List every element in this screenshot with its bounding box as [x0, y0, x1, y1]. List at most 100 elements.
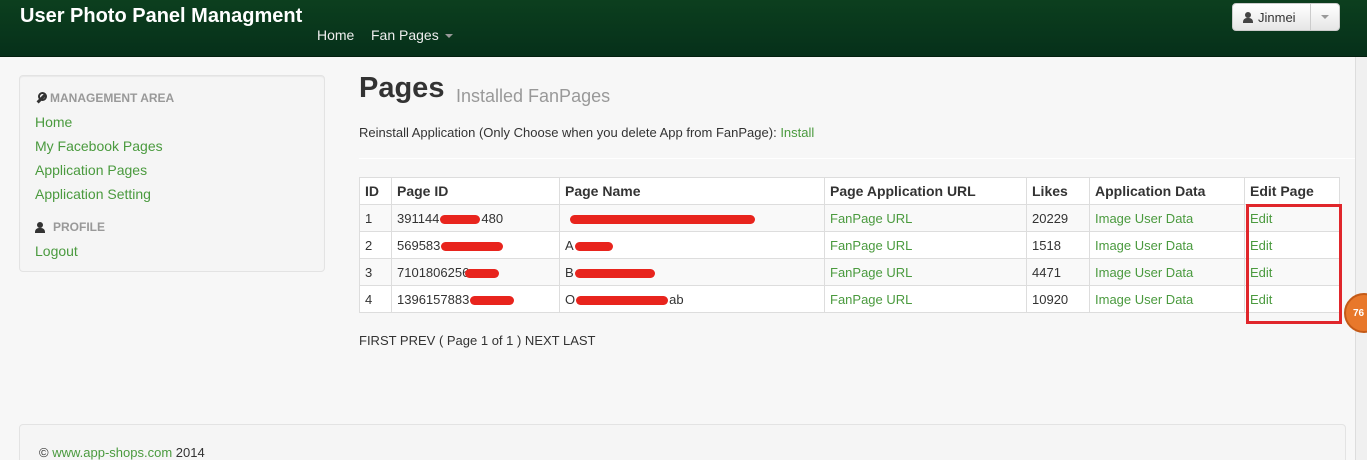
row-page-name: B	[559, 258, 825, 286]
col-page-app-url: Page Application URL	[824, 177, 1027, 205]
page-name-prefix: O	[565, 291, 576, 307]
row-page-id: 569583	[391, 231, 560, 259]
page-name-suffix: ab	[669, 291, 684, 307]
brand-title[interactable]: User Photo Panel Managment	[20, 5, 302, 28]
sidebar-item-my-facebook-pages[interactable]: My Facebook Pages	[35, 138, 163, 154]
pagination[interactable]: FIRST PREV ( Page 1 of 1 ) NEXT LAST	[359, 333, 596, 348]
fanpage-url-link[interactable]: FanPage URL	[830, 292, 912, 307]
divider	[359, 158, 1356, 159]
page-name-prefix: B	[565, 264, 574, 280]
row-page-id: 391144 480	[391, 204, 560, 232]
redaction-mark	[576, 295, 669, 305]
footer-text: © www.app-shops.com 2014	[39, 445, 205, 460]
copyright-symbol: ©	[39, 445, 49, 460]
row-likes: 1518	[1026, 231, 1090, 259]
table-header-row: ID Page ID Page Name Page Application UR…	[359, 177, 1340, 205]
sidebar-item-logout[interactable]: Logout	[35, 243, 78, 259]
image-user-data-link[interactable]: Image User Data	[1095, 238, 1193, 253]
col-id: ID	[359, 177, 392, 205]
row-app-data: Image User Data	[1089, 285, 1245, 313]
user-name: Jinmei	[1258, 9, 1296, 25]
fanpage-url-link[interactable]: FanPage URL	[830, 238, 912, 253]
page-id-prefix: 569583	[397, 237, 441, 253]
row-url: FanPage URL	[824, 204, 1027, 232]
row-url: FanPage URL	[824, 231, 1027, 259]
table-row: 2 569583 A FanPage URL 1518 Image User D…	[359, 231, 1340, 259]
redaction-mark	[574, 241, 613, 251]
row-url: FanPage URL	[824, 258, 1027, 286]
footer-site-link[interactable]: www.app-shops.com	[52, 445, 172, 460]
image-user-data-link[interactable]: Image User Data	[1095, 292, 1193, 307]
install-link[interactable]: Install	[780, 125, 814, 140]
image-user-data-link[interactable]: Image User Data	[1095, 265, 1193, 280]
row-id: 3	[359, 258, 392, 286]
redaction-mark	[570, 214, 755, 224]
profile-header-label: PROFILE	[53, 220, 106, 234]
row-url: FanPage URL	[824, 285, 1027, 313]
row-page-name: A	[559, 231, 825, 259]
col-edit-page: Edit Page	[1244, 177, 1340, 205]
table-row: 4 1396157883 Oab FanPage URL 10920 Image…	[359, 285, 1340, 313]
page-id-prefix: 391144	[397, 210, 440, 226]
row-likes: 20229	[1026, 204, 1090, 232]
chevron-down-icon	[444, 34, 453, 39]
redaction-mark	[574, 268, 655, 278]
row-likes: 4471	[1026, 258, 1090, 286]
row-page-id: 1396157883	[391, 285, 560, 313]
management-header-label: MANAGEMENT AREA	[50, 91, 175, 105]
edit-column-highlight	[1246, 204, 1342, 324]
user-menu: Jinmei	[1232, 3, 1340, 31]
fanpage-url-link[interactable]: FanPage URL	[830, 211, 912, 226]
reinstall-notice: Reinstall Application (Only Choose when …	[359, 125, 814, 140]
footer-year: 2014	[175, 445, 205, 460]
row-id: 4	[359, 285, 392, 313]
redaction-mark	[465, 268, 500, 278]
col-likes: Likes	[1026, 177, 1090, 205]
redaction-mark	[440, 214, 481, 224]
chevron-down-icon	[1321, 15, 1329, 19]
management-header: MANAGEMENT AREA	[35, 91, 174, 105]
row-likes: 10920	[1026, 285, 1090, 313]
fanpage-url-link[interactable]: FanPage URL	[830, 265, 912, 280]
sidebar-item-application-setting[interactable]: Application Setting	[35, 186, 151, 202]
redaction-mark	[441, 241, 504, 251]
page-name-prefix: A	[565, 237, 574, 253]
redaction-mark	[470, 295, 515, 305]
row-app-data: Image User Data	[1089, 204, 1245, 232]
row-id: 2	[359, 231, 392, 259]
row-page-name: Oab	[559, 285, 825, 313]
image-user-data-link[interactable]: Image User Data	[1095, 211, 1193, 226]
page-id-suffix: 480	[481, 210, 504, 226]
col-app-data: Application Data	[1089, 177, 1245, 205]
sidebar-item-home[interactable]: Home	[35, 114, 72, 130]
footer: © www.app-shops.com 2014	[19, 424, 1346, 460]
row-app-data: Image User Data	[1089, 231, 1245, 259]
col-page-id: Page ID	[391, 177, 560, 205]
nav-fan-pages[interactable]: Fan Pages	[371, 27, 453, 43]
page-title: Pages	[359, 72, 445, 104]
pages-table: ID Page ID Page Name Page Application UR…	[359, 177, 1340, 313]
row-page-id: 7101806256	[391, 258, 560, 286]
user-icon	[1243, 11, 1253, 23]
user-button[interactable]: Jinmei	[1233, 4, 1311, 30]
profile-header: PROFILE	[35, 220, 105, 234]
row-app-data: Image User Data	[1089, 258, 1245, 286]
sidebar-item-application-pages[interactable]: Application Pages	[35, 162, 147, 178]
nav-fan-pages-label: Fan Pages	[371, 27, 439, 43]
scrollbar[interactable]	[1355, 57, 1367, 460]
nav-home[interactable]: Home	[317, 27, 354, 43]
row-page-name	[559, 204, 825, 232]
reinstall-text: Reinstall Application (Only Choose when …	[359, 125, 777, 140]
wrench-icon	[35, 92, 47, 104]
row-id: 1	[359, 204, 392, 232]
page-id-prefix: 1396157883	[397, 291, 470, 307]
top-navbar: User Photo Panel Managment Home Fan Page…	[0, 0, 1367, 57]
table-row: 1 391144 480 FanPage URL 20229 Image User…	[359, 204, 1340, 232]
user-dropdown-toggle[interactable]	[1311, 4, 1339, 30]
user-icon	[35, 221, 45, 233]
page-subtitle: Installed FanPages	[456, 86, 611, 106]
page-id-prefix: 7101806256	[397, 264, 470, 280]
sidebar: MANAGEMENT AREA Home My Facebook Pages A…	[19, 75, 325, 272]
table-row: 3 7101806256 B FanPage URL 4471 Image Us…	[359, 258, 1340, 286]
col-page-name: Page Name	[559, 177, 825, 205]
